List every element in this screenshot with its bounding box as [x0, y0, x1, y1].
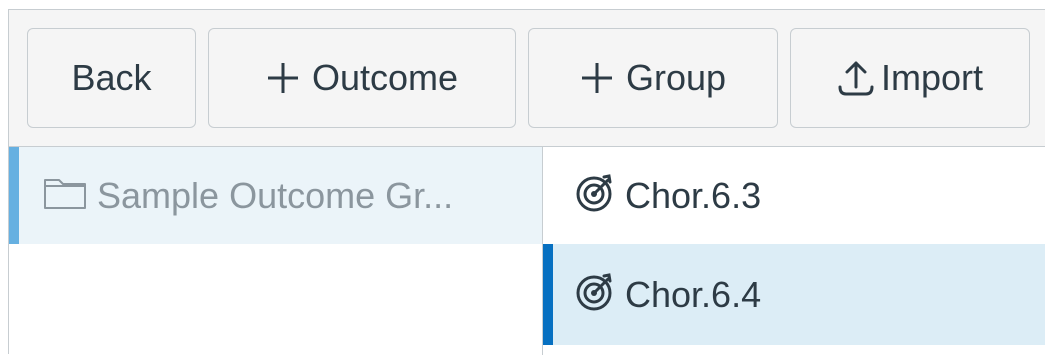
target-icon: [575, 173, 615, 218]
plus-icon: [266, 61, 300, 95]
add-outcome-label: Outcome: [311, 57, 459, 98]
add-outcome-button[interactable]: Outcome: [208, 28, 516, 128]
outcomes-pane: Chor.6.3 Chor.6.4: [543, 147, 1045, 355]
outcome-item[interactable]: Chor.6.4: [543, 244, 1045, 345]
folder-label: Sample Outcome Gr...: [97, 174, 454, 216]
add-group-label: Group: [625, 57, 727, 98]
import-label: Import: [880, 57, 984, 98]
groups-pane: Sample Outcome Gr...: [9, 147, 543, 355]
toolbar: Back Outcome Group Import: [9, 10, 1045, 147]
outcome-label: Chor.6.3: [625, 174, 762, 216]
add-group-button[interactable]: Group: [528, 28, 778, 128]
plus-icon: [580, 61, 614, 95]
outcomes-manager: Back Outcome Group Import Sample Outcome…: [8, 9, 1045, 355]
outcome-label: Chor.6.4: [625, 273, 762, 315]
folder-item[interactable]: Sample Outcome Gr...: [9, 147, 542, 244]
back-button-label: Back: [71, 57, 152, 98]
back-button[interactable]: Back: [27, 28, 196, 128]
target-icon: [575, 272, 615, 317]
folder-icon: [43, 176, 87, 215]
upload-icon: [837, 59, 875, 97]
outcome-item[interactable]: Chor.6.3: [543, 147, 1045, 244]
import-button[interactable]: Import: [790, 28, 1030, 128]
